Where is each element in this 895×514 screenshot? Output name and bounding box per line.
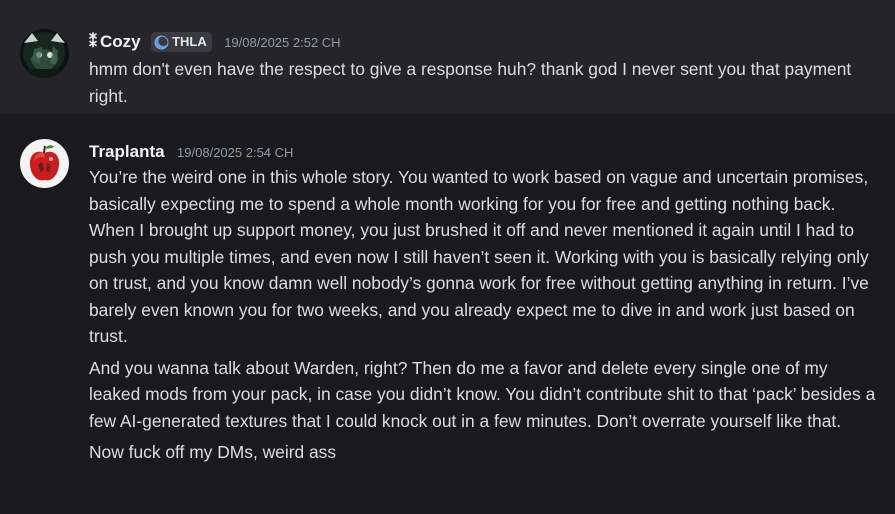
timestamp[interactable]: 19/08/2025 2:54 CH bbox=[177, 145, 293, 160]
guild-tag-badge[interactable]: THLA bbox=[151, 32, 212, 52]
apple-avatar-icon bbox=[20, 139, 69, 188]
message-paragraph: And you wanna talk about Warden, right? … bbox=[89, 357, 876, 431]
message-item: Traplanta 19/08/2025 2:54 CH You’re the … bbox=[0, 114, 895, 514]
message-paragraph: hmm don't even have the respect to give … bbox=[89, 59, 852, 106]
message-header: ⁑ Cozy THLA 19/08/2025 2:52 CH bbox=[89, 32, 341, 52]
blue-crescent-icon bbox=[154, 35, 169, 49]
username[interactable]: Traplanta bbox=[89, 142, 165, 161]
guild-tag-text: THLA bbox=[172, 34, 207, 49]
timestamp[interactable]: 19/08/2025 2:52 CH bbox=[224, 35, 340, 50]
message-content: You’re the weird one in this whole story… bbox=[89, 164, 879, 471]
message-paragraph: You’re the weird one in this whole story… bbox=[89, 167, 869, 346]
message-item: ⁑ Cozy THLA 19/08/2025 2:52 CH hmm don't … bbox=[0, 0, 895, 114]
avatar-cozy[interactable] bbox=[20, 29, 69, 78]
avatar-traplanta[interactable] bbox=[20, 139, 69, 188]
avatar-image-icon bbox=[20, 29, 69, 78]
message-paragraph: Now fuck off my DMs, weird ass bbox=[89, 442, 337, 462]
message-header: Traplanta 19/08/2025 2:54 CH bbox=[89, 142, 293, 162]
username-prefix-glyph: ⁑ bbox=[89, 34, 97, 51]
username[interactable]: Cozy bbox=[100, 32, 141, 51]
message-content: hmm don't even have the respect to give … bbox=[89, 56, 879, 114]
